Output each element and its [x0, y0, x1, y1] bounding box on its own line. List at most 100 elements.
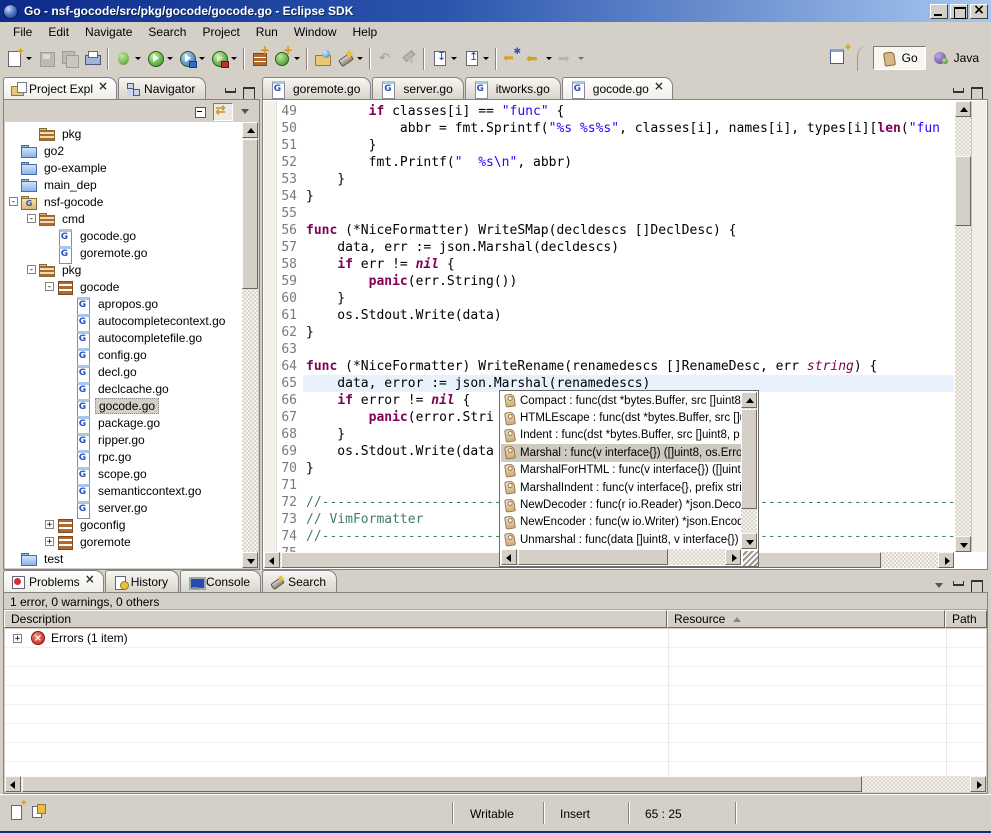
scroll-right-button[interactable] [970, 776, 986, 792]
tree-item-server-go[interactable]: server.go [5, 499, 242, 516]
scrollbar-thumb[interactable] [242, 139, 258, 289]
scroll-up-button[interactable] [955, 101, 971, 117]
external-tools-button[interactable] [208, 46, 240, 72]
row-expander-icon[interactable]: + [13, 634, 22, 643]
min-view-button[interactable] [951, 86, 966, 99]
autocomplete-item[interactable]: NewEncoder : func(w io.Writer) *json.Enc… [501, 514, 741, 531]
next-annotation-button[interactable] [428, 46, 460, 72]
dropdown-arrow-icon[interactable] [231, 57, 237, 60]
menu-project[interactable]: Project [194, 23, 247, 42]
link-editor-button[interactable] [213, 103, 233, 121]
menu-window[interactable]: Window [286, 23, 345, 42]
editor-tab-server-go[interactable]: server.go [372, 77, 463, 99]
tree-item-gocode-go[interactable]: gocode.go [5, 397, 242, 414]
show-marks-button[interactable] [30, 803, 48, 821]
tree-item-config-go[interactable]: config.go [5, 346, 242, 363]
dropdown-arrow-icon[interactable] [578, 57, 584, 60]
autocomplete-item[interactable]: HTMLEscape : func(dst *bytes.Buffer, src… [501, 409, 741, 426]
menu-navigate[interactable]: Navigate [77, 23, 140, 42]
tab-project-expl[interactable]: Project Expl [3, 77, 117, 99]
new-class-button[interactable] [271, 46, 303, 72]
run-button[interactable] [144, 46, 176, 72]
new-wizard-button[interactable] [3, 46, 35, 72]
dropdown-arrow-icon[interactable] [135, 57, 141, 60]
tree-item-semanticcontext-go[interactable]: semanticcontext.go [5, 482, 242, 499]
scroll-down-button[interactable] [242, 552, 258, 568]
tree-expander-icon[interactable]: + [45, 520, 54, 529]
window-close-button[interactable] [970, 4, 988, 19]
scroll-up-button[interactable] [242, 122, 258, 138]
tree-expander-icon[interactable]: - [27, 214, 36, 223]
tree-item-autocompletecontext-go[interactable]: autocompletecontext.go [5, 312, 242, 329]
scroll-right-button[interactable] [725, 549, 741, 565]
dropdown-arrow-icon[interactable] [357, 57, 363, 60]
tree-item-ripper-go[interactable]: ripper.go [5, 431, 242, 448]
autocomplete-item[interactable]: Marshal : func(v interface{}) ([]uint8, … [501, 444, 741, 461]
perspective-go[interactable]: Go [873, 46, 926, 70]
tab-history[interactable]: History [105, 570, 179, 592]
scroll-left-button[interactable] [501, 549, 517, 565]
dropdown-arrow-icon[interactable] [294, 57, 300, 60]
tree-item-gocode-go[interactable]: gocode.go [5, 227, 242, 244]
view-menu-button[interactable] [235, 103, 255, 121]
tree-expander-icon[interactable]: + [45, 537, 54, 546]
tree-item-pkg[interactable]: -pkg [5, 261, 242, 278]
scrollbar-thumb[interactable] [22, 776, 862, 792]
tree-item-cmd[interactable]: -cmd [5, 210, 242, 227]
problems-horizontal-scrollbar[interactable] [5, 776, 986, 792]
scroll-down-button[interactable] [955, 536, 971, 552]
tab-problems[interactable]: Problems [3, 570, 104, 592]
run-history-button[interactable] [176, 46, 208, 72]
menu-search[interactable]: Search [140, 23, 194, 42]
window-minimize-button[interactable] [930, 4, 948, 19]
editor-vertical-scrollbar[interactable] [955, 101, 971, 552]
autocomplete-item[interactable]: Unmarshal : func(data []uint8, v interfa… [501, 531, 741, 548]
prev-annotation-button[interactable] [460, 46, 492, 72]
tree-expander-icon[interactable]: - [45, 282, 54, 291]
fast-view-button[interactable] [8, 803, 26, 821]
tab-navigator[interactable]: Navigator [118, 77, 206, 99]
tree-item-scope-go[interactable]: scope.go [5, 465, 242, 482]
dropdown-arrow-icon[interactable] [546, 57, 552, 60]
dropdown-arrow-icon[interactable] [199, 57, 205, 60]
close-icon[interactable] [654, 83, 665, 94]
close-icon[interactable] [98, 83, 109, 94]
tree-expander-icon[interactable]: - [27, 265, 36, 274]
explorer-vertical-scrollbar[interactable] [242, 122, 258, 568]
popup-vertical-scrollbar[interactable] [741, 392, 757, 549]
dropdown-arrow-icon[interactable] [483, 57, 489, 60]
collapse-all-button[interactable] [191, 103, 211, 121]
scrollbar-thumb[interactable] [518, 549, 668, 565]
tree-item-gocode[interactable]: -gocode [5, 278, 242, 295]
tree-item-goremote[interactable]: +goremote [5, 533, 242, 550]
menu-help[interactable]: Help [345, 23, 386, 42]
scroll-up-button[interactable] [741, 392, 757, 408]
problems-row-errors-1-item[interactable]: +×Errors (1 item) [5, 629, 986, 648]
tree-item-main-dep[interactable]: main_dep [5, 176, 242, 193]
min-view-button[interactable] [223, 86, 238, 99]
popup-horizontal-scrollbar[interactable] [501, 549, 741, 565]
max-view-button[interactable] [969, 86, 984, 99]
scrollbar-thumb[interactable] [741, 409, 757, 509]
autocomplete-item[interactable]: Indent : func(dst *bytes.Buffer, src []u… [501, 427, 741, 444]
tree-item-autocompletefile-go[interactable]: autocompletefile.go [5, 329, 242, 346]
column-header-path[interactable]: Path [945, 610, 987, 628]
scroll-right-button[interactable] [938, 552, 954, 568]
menu-edit[interactable]: Edit [40, 23, 77, 42]
print-button[interactable] [81, 46, 104, 72]
menu-run[interactable]: Run [248, 23, 286, 42]
tree-item-goremote-go[interactable]: goremote.go [5, 244, 242, 261]
popup-resize-grip[interactable] [743, 551, 758, 566]
menu-view-button[interactable] [933, 579, 948, 592]
tab-search[interactable]: Search [262, 570, 337, 592]
editor-tab-goremote-go[interactable]: goremote.go [262, 77, 371, 99]
column-header-description[interactable]: Description [4, 610, 667, 628]
dropdown-arrow-icon[interactable] [167, 57, 173, 60]
debug-button[interactable] [112, 46, 144, 72]
max-view-button[interactable] [969, 579, 984, 592]
search-button[interactable] [334, 46, 366, 72]
perspective-java[interactable]: Java [926, 46, 986, 70]
editor-tab-gocode-go[interactable]: gocode.go [562, 77, 673, 99]
min-view-button[interactable] [951, 579, 966, 592]
max-view-button[interactable] [241, 86, 256, 99]
